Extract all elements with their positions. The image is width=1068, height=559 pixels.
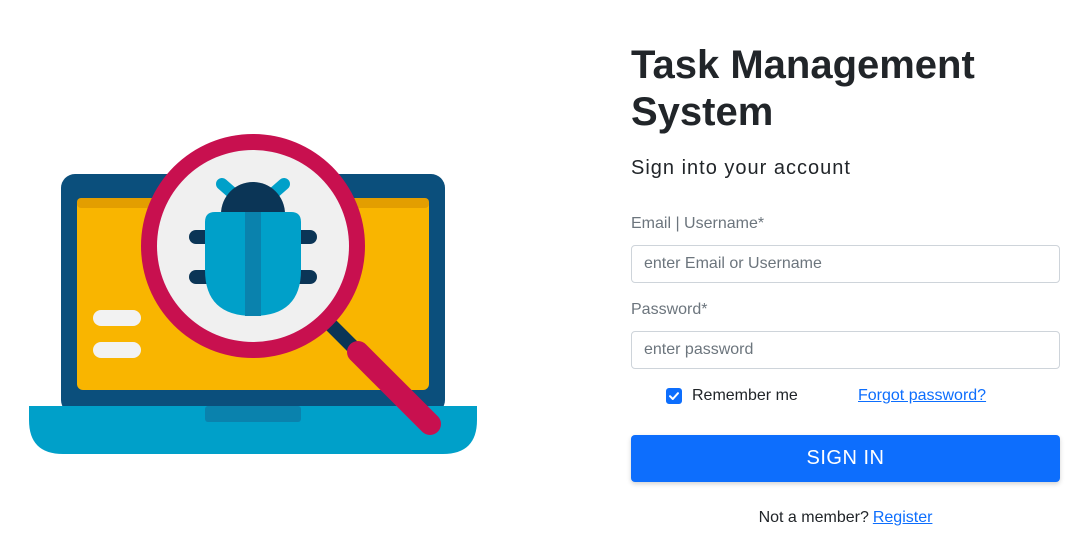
register-prompt: Not a member? bbox=[758, 509, 869, 526]
remember-me-row: Remember me bbox=[666, 386, 798, 406]
forgot-password-link[interactable]: Forgot password? bbox=[858, 387, 986, 405]
remember-me-label: Remember me bbox=[692, 387, 798, 404]
page-title: Task Management System bbox=[631, 43, 975, 134]
sign-in-button[interactable]: SIGN IN bbox=[631, 435, 1060, 482]
bug-search-illustration bbox=[0, 0, 520, 554]
email-label: Email | Username* bbox=[631, 215, 765, 232]
password-label: Password* bbox=[631, 301, 708, 318]
check-icon bbox=[669, 392, 679, 400]
register-row: Not a member? Register bbox=[631, 509, 1060, 527]
page-subtitle: Sign into your account bbox=[631, 157, 851, 179]
register-link[interactable]: Register bbox=[873, 509, 933, 526]
email-input[interactable] bbox=[631, 245, 1060, 283]
password-input[interactable] bbox=[631, 331, 1060, 369]
remember-me-checkbox[interactable] bbox=[666, 388, 682, 404]
laptop-bug-magnifier-icon bbox=[29, 134, 477, 454]
